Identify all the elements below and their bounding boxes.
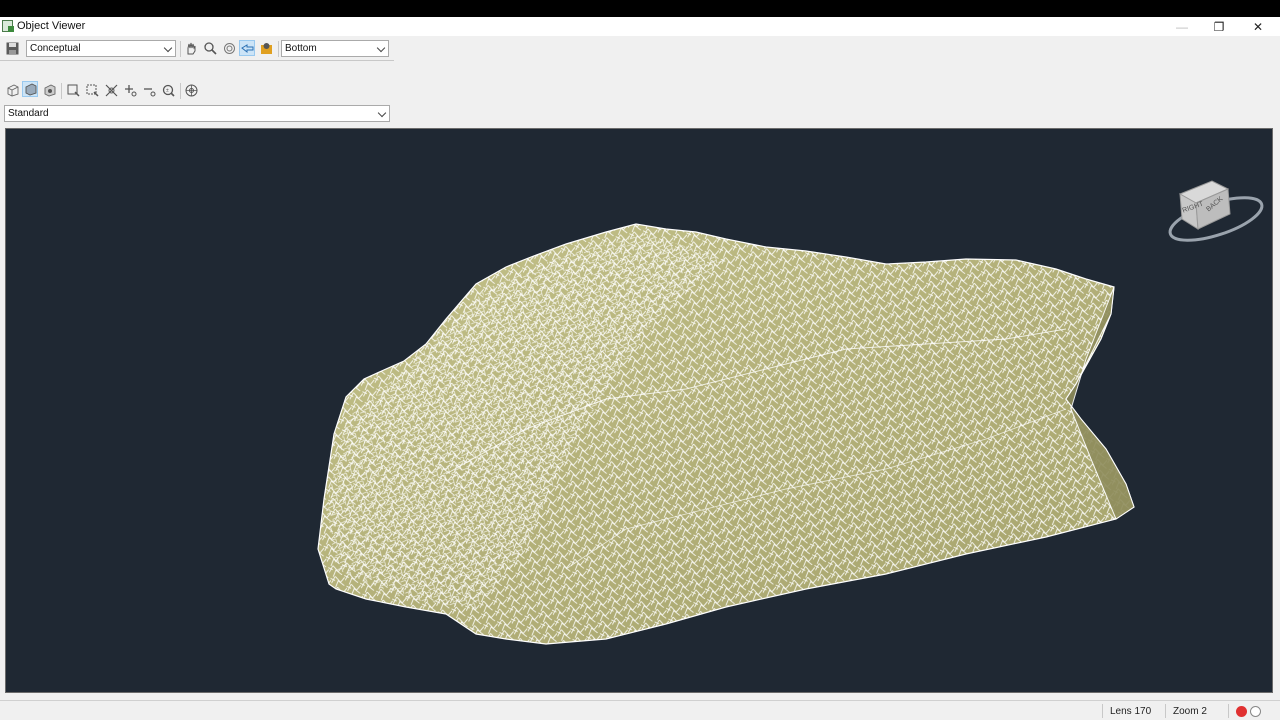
zoom-all-icon[interactable] xyxy=(103,82,119,98)
status-separator xyxy=(1165,704,1166,718)
visual-style-dropdown[interactable]: Conceptual xyxy=(26,40,176,57)
record-toggle-icon[interactable] xyxy=(1250,706,1261,717)
minimize-button[interactable]: — xyxy=(1162,17,1202,36)
view-preset-dropdown[interactable]: Standard xyxy=(4,105,390,122)
save-icon[interactable] xyxy=(4,40,20,56)
camera-icon[interactable] xyxy=(258,40,274,56)
pan-icon[interactable] xyxy=(183,40,199,56)
viewcube[interactable]: RIGHT BACK xyxy=(1166,159,1271,249)
chevron-down-icon xyxy=(376,43,386,53)
shaded-view-icon[interactable] xyxy=(22,81,38,97)
chevron-down-icon xyxy=(163,43,173,53)
toolbar-divider xyxy=(0,60,394,61)
app-icon xyxy=(2,20,14,32)
restore-button[interactable]: ❐ xyxy=(1199,17,1239,36)
object-viewer-window: Object Viewer — ❐ ✕ Conceptual Bottom ± … xyxy=(0,17,1280,720)
lens-status[interactable]: Lens 170 xyxy=(1110,706,1151,717)
close-button[interactable]: ✕ xyxy=(1238,17,1278,36)
zoom-realtime-icon[interactable]: ± xyxy=(160,82,176,98)
free-orbit-icon[interactable] xyxy=(239,40,255,56)
3d-viewport[interactable]: RIGHT BACK xyxy=(5,128,1273,693)
record-indicator-icon[interactable] xyxy=(1236,706,1247,717)
title-bar: Object Viewer — ❐ ✕ xyxy=(0,17,1280,36)
zoom-status[interactable]: Zoom 2 xyxy=(1173,706,1207,717)
svg-text:±: ± xyxy=(166,88,169,94)
zoom-icon[interactable] xyxy=(202,40,218,56)
toolbar-separator xyxy=(180,41,181,57)
view-direction-value: Bottom xyxy=(285,43,317,54)
status-bar: Lens 170 Zoom 2 xyxy=(0,700,1280,720)
chevron-down-icon xyxy=(377,108,387,118)
view-preset-value: Standard xyxy=(8,108,49,119)
toolbar-row-1: Conceptual Bottom xyxy=(0,38,394,58)
steering-wheel-icon[interactable] xyxy=(183,82,199,98)
zoom-extents-icon[interactable] xyxy=(84,82,100,98)
status-separator xyxy=(1102,704,1103,718)
wireframe-view-icon[interactable] xyxy=(4,82,20,98)
orbit-icon[interactable] xyxy=(221,40,237,56)
view-direction-dropdown[interactable]: Bottom xyxy=(281,40,389,57)
visual-style-value: Conceptual xyxy=(30,43,81,54)
zoom-in-icon[interactable] xyxy=(122,82,138,98)
toolbar-separator xyxy=(61,83,62,99)
toolbar-separator xyxy=(180,83,181,99)
render-view-icon[interactable] xyxy=(41,82,57,98)
toolbar-area: Conceptual Bottom ± Standard xyxy=(0,36,1280,122)
zoom-out-icon[interactable] xyxy=(141,82,157,98)
status-separator xyxy=(1228,704,1229,718)
toolbar-separator xyxy=(278,41,279,57)
screen-frame: Object Viewer — ❐ ✕ Conceptual Bottom ± … xyxy=(0,0,1280,720)
terrain-mesh-model xyxy=(317,223,1135,645)
window-title: Object Viewer xyxy=(17,20,86,32)
zoom-window-icon[interactable] xyxy=(65,82,81,98)
